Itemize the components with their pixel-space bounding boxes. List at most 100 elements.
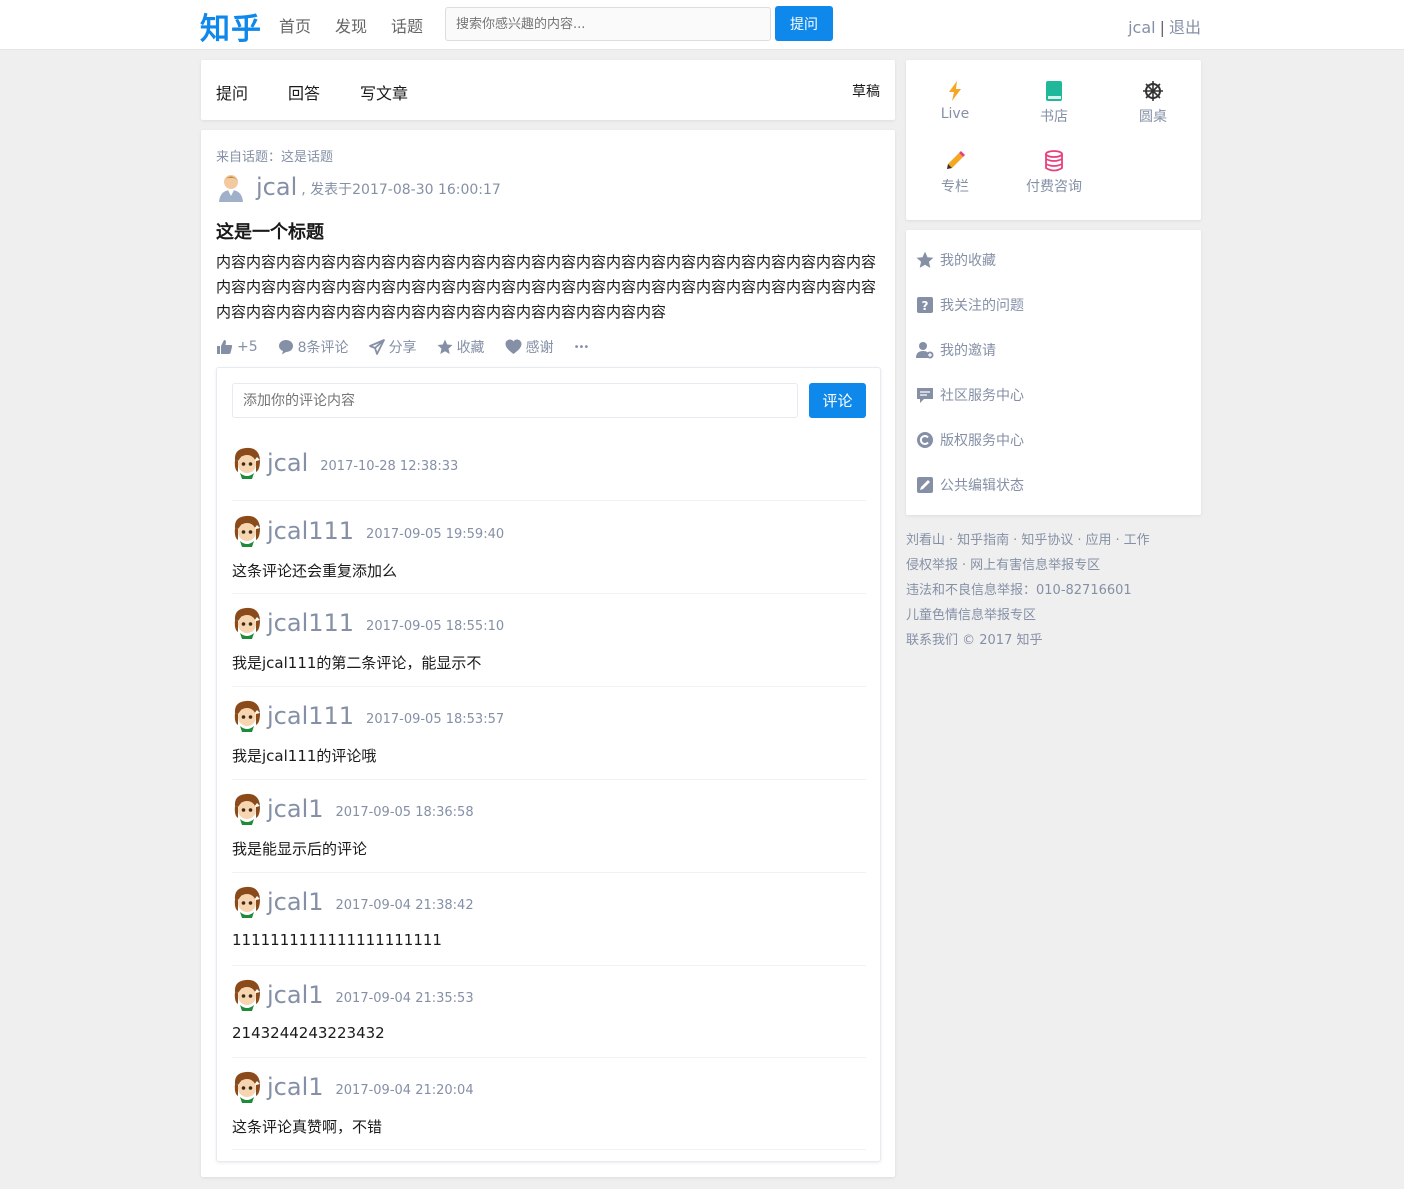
comment-text: 这条评论还会重复添加么 bbox=[232, 562, 398, 580]
edit-icon bbox=[917, 477, 933, 493]
comment-divider bbox=[232, 500, 866, 501]
footer-link[interactable]: 刘看山 bbox=[906, 533, 945, 548]
app-roundtable[interactable]: 圆桌 bbox=[1113, 80, 1193, 126]
sidebar-item-community-center[interactable]: 社区服务中心 bbox=[916, 385, 1024, 405]
zhihu-logo[interactable]: 知乎 bbox=[200, 4, 262, 48]
ask-question-button[interactable]: 提问 bbox=[775, 6, 833, 41]
sidebar-item-copyright-center[interactable]: 版权服务中心 bbox=[916, 430, 1024, 450]
footer-link[interactable]: 应用 bbox=[1085, 533, 1111, 548]
commenter-name[interactable]: jcal111 bbox=[267, 517, 354, 545]
write-ask-tab[interactable]: 提问 bbox=[216, 80, 248, 104]
apps-panel: Live 书店 圆桌 专栏 付费咨询 bbox=[906, 60, 1201, 220]
commenter-name[interactable]: jcal1 bbox=[267, 888, 324, 916]
post-title[interactable]: 这是一个标题 bbox=[216, 218, 324, 244]
collect-label: 收藏 bbox=[456, 340, 485, 356]
commenter-name[interactable]: jcal1 bbox=[267, 981, 324, 1009]
invite-icon bbox=[916, 342, 934, 359]
footer-link[interactable]: 工作 bbox=[1124, 533, 1150, 548]
footer-link[interactable]: 侵权举报 bbox=[906, 558, 958, 573]
sidebar-item-invitations[interactable]: 我的邀请 bbox=[916, 340, 996, 360]
commenter-avatar[interactable] bbox=[232, 885, 262, 919]
sidebar-item-public-edit-status[interactable]: 公共编辑状态 bbox=[916, 475, 1024, 495]
app-live[interactable]: Live bbox=[915, 80, 995, 122]
footer-link[interactable]: 知乎指南 bbox=[957, 533, 1009, 548]
nav-discover[interactable]: 发现 bbox=[335, 13, 367, 37]
commenter-avatar[interactable] bbox=[232, 978, 262, 1012]
comment-text: 2143244243223432 bbox=[232, 1024, 385, 1042]
user-separator: | bbox=[1159, 18, 1165, 37]
copyright-icon bbox=[917, 432, 933, 448]
like-button[interactable]: +5 bbox=[216, 339, 258, 355]
commenter-avatar[interactable] bbox=[232, 606, 262, 640]
user-area: jcal | 退出 bbox=[1128, 14, 1201, 38]
pencil-icon bbox=[947, 151, 965, 169]
write-answer-tab[interactable]: 回答 bbox=[288, 80, 320, 104]
search-input[interactable] bbox=[445, 7, 771, 41]
app-label: 付费咨询 bbox=[1026, 179, 1082, 195]
commenter-avatar[interactable] bbox=[232, 699, 262, 733]
share-label: 分享 bbox=[388, 340, 417, 356]
book-icon bbox=[1046, 81, 1062, 101]
comment-text: 1111111111111111111111 bbox=[232, 931, 442, 949]
app-column[interactable]: 专栏 bbox=[915, 150, 995, 196]
draft-link[interactable]: 草稿 bbox=[852, 81, 880, 101]
logout-link[interactable]: 退出 bbox=[1169, 18, 1201, 37]
commenter-avatar[interactable] bbox=[232, 1070, 262, 1104]
footer-line-1: 刘看山 · 知乎指南 · 知乎协议 · 应用 · 工作 bbox=[906, 528, 1201, 553]
question-icon: ? bbox=[917, 297, 933, 313]
write-panel: 提问 回答 写文章 草稿 bbox=[201, 60, 895, 120]
commenter-name[interactable]: jcal1 bbox=[267, 1073, 324, 1101]
nav-topics[interactable]: 话题 bbox=[391, 13, 423, 37]
top-navbar: 知乎 首页 发现 话题 提问 jcal|退出 bbox=[0, 0, 1404, 50]
commenter-name[interactable]: jcal111 bbox=[267, 609, 354, 637]
sidebar-item-label: 版权服务中心 bbox=[940, 433, 1024, 449]
commenter-avatar[interactable] bbox=[232, 446, 262, 480]
app-paid-consult[interactable]: 付费咨询 bbox=[1014, 150, 1094, 196]
footer-dot: · bbox=[962, 558, 967, 573]
comment-input[interactable] bbox=[232, 383, 798, 418]
comments-button[interactable]: 8条评论 bbox=[278, 337, 349, 357]
comment-timestamp: 2017-09-05 18:53:57 bbox=[366, 711, 505, 727]
post-card: 来自话题：这是话题 jcal , 发表于2017-08-30 16:00:17 … bbox=[201, 130, 895, 1177]
share-button[interactable]: 分享 bbox=[368, 337, 417, 357]
more-button[interactable]: ••• bbox=[574, 342, 590, 353]
post-body: 内容内容内容内容内容内容内容内容内容内容内容内容内容内容内容内容内容内容内容内容… bbox=[216, 253, 877, 321]
thanks-button[interactable]: 感谢 bbox=[505, 337, 554, 357]
footer-report-phone[interactable]: 违法和不良信息举报：010-82716601 bbox=[906, 578, 1201, 603]
footer-link[interactable]: 知乎协议 bbox=[1021, 533, 1073, 548]
nav-home[interactable]: 首页 bbox=[279, 13, 311, 37]
sidebar-item-collections[interactable]: 我的收藏 bbox=[916, 250, 996, 270]
svg-text:?: ? bbox=[922, 299, 929, 313]
author-name[interactable]: jcal bbox=[256, 172, 297, 202]
star-icon bbox=[437, 339, 453, 354]
footer-link[interactable]: 网上有害信息举报专区 bbox=[970, 558, 1100, 573]
comment-text: 我是jcal111的第二条评论，能显示不 bbox=[232, 654, 482, 672]
lightning-icon bbox=[949, 81, 961, 101]
app-label: 专栏 bbox=[941, 179, 969, 195]
author-row: jcal , 发表于2017-08-30 16:00:17 bbox=[216, 170, 501, 202]
collect-button[interactable]: 收藏 bbox=[437, 337, 485, 357]
comment-text: 我是能显示后的评论 bbox=[232, 840, 368, 858]
commenter-avatar[interactable] bbox=[232, 514, 262, 548]
commenter-name[interactable]: jcal1 bbox=[267, 795, 324, 823]
comment-timestamp: 2017-10-28 12:38:33 bbox=[320, 458, 459, 474]
footer-dot: · bbox=[949, 533, 954, 548]
commenter-avatar[interactable] bbox=[232, 792, 262, 826]
app-label: Live bbox=[940, 106, 970, 122]
commenter-name[interactable]: jcal bbox=[267, 449, 308, 477]
submit-comment-button[interactable]: 评论 bbox=[809, 383, 866, 418]
wheel-icon bbox=[1143, 81, 1163, 101]
write-article-tab[interactable]: 写文章 bbox=[360, 80, 408, 104]
comment-timestamp: 2017-09-04 21:38:42 bbox=[335, 897, 474, 913]
sidebar-item-followed-questions[interactable]: ? 我关注的问题 bbox=[916, 295, 1024, 315]
topic-source[interactable]: 来自话题：这是话题 bbox=[216, 146, 333, 165]
footer-dot: · bbox=[1115, 533, 1120, 548]
commenter-name[interactable]: jcal111 bbox=[267, 702, 354, 730]
author-avatar[interactable] bbox=[216, 172, 246, 202]
comment-divider bbox=[232, 686, 866, 687]
app-bookstore[interactable]: 书店 bbox=[1014, 80, 1094, 126]
footer-child-report[interactable]: 儿童色情信息举报专区 bbox=[906, 603, 1201, 628]
username-link[interactable]: jcal bbox=[1128, 18, 1156, 37]
footer-copyright[interactable]: 联系我们 © 2017 知乎 bbox=[906, 628, 1201, 653]
thanks-label: 感谢 bbox=[525, 340, 554, 356]
